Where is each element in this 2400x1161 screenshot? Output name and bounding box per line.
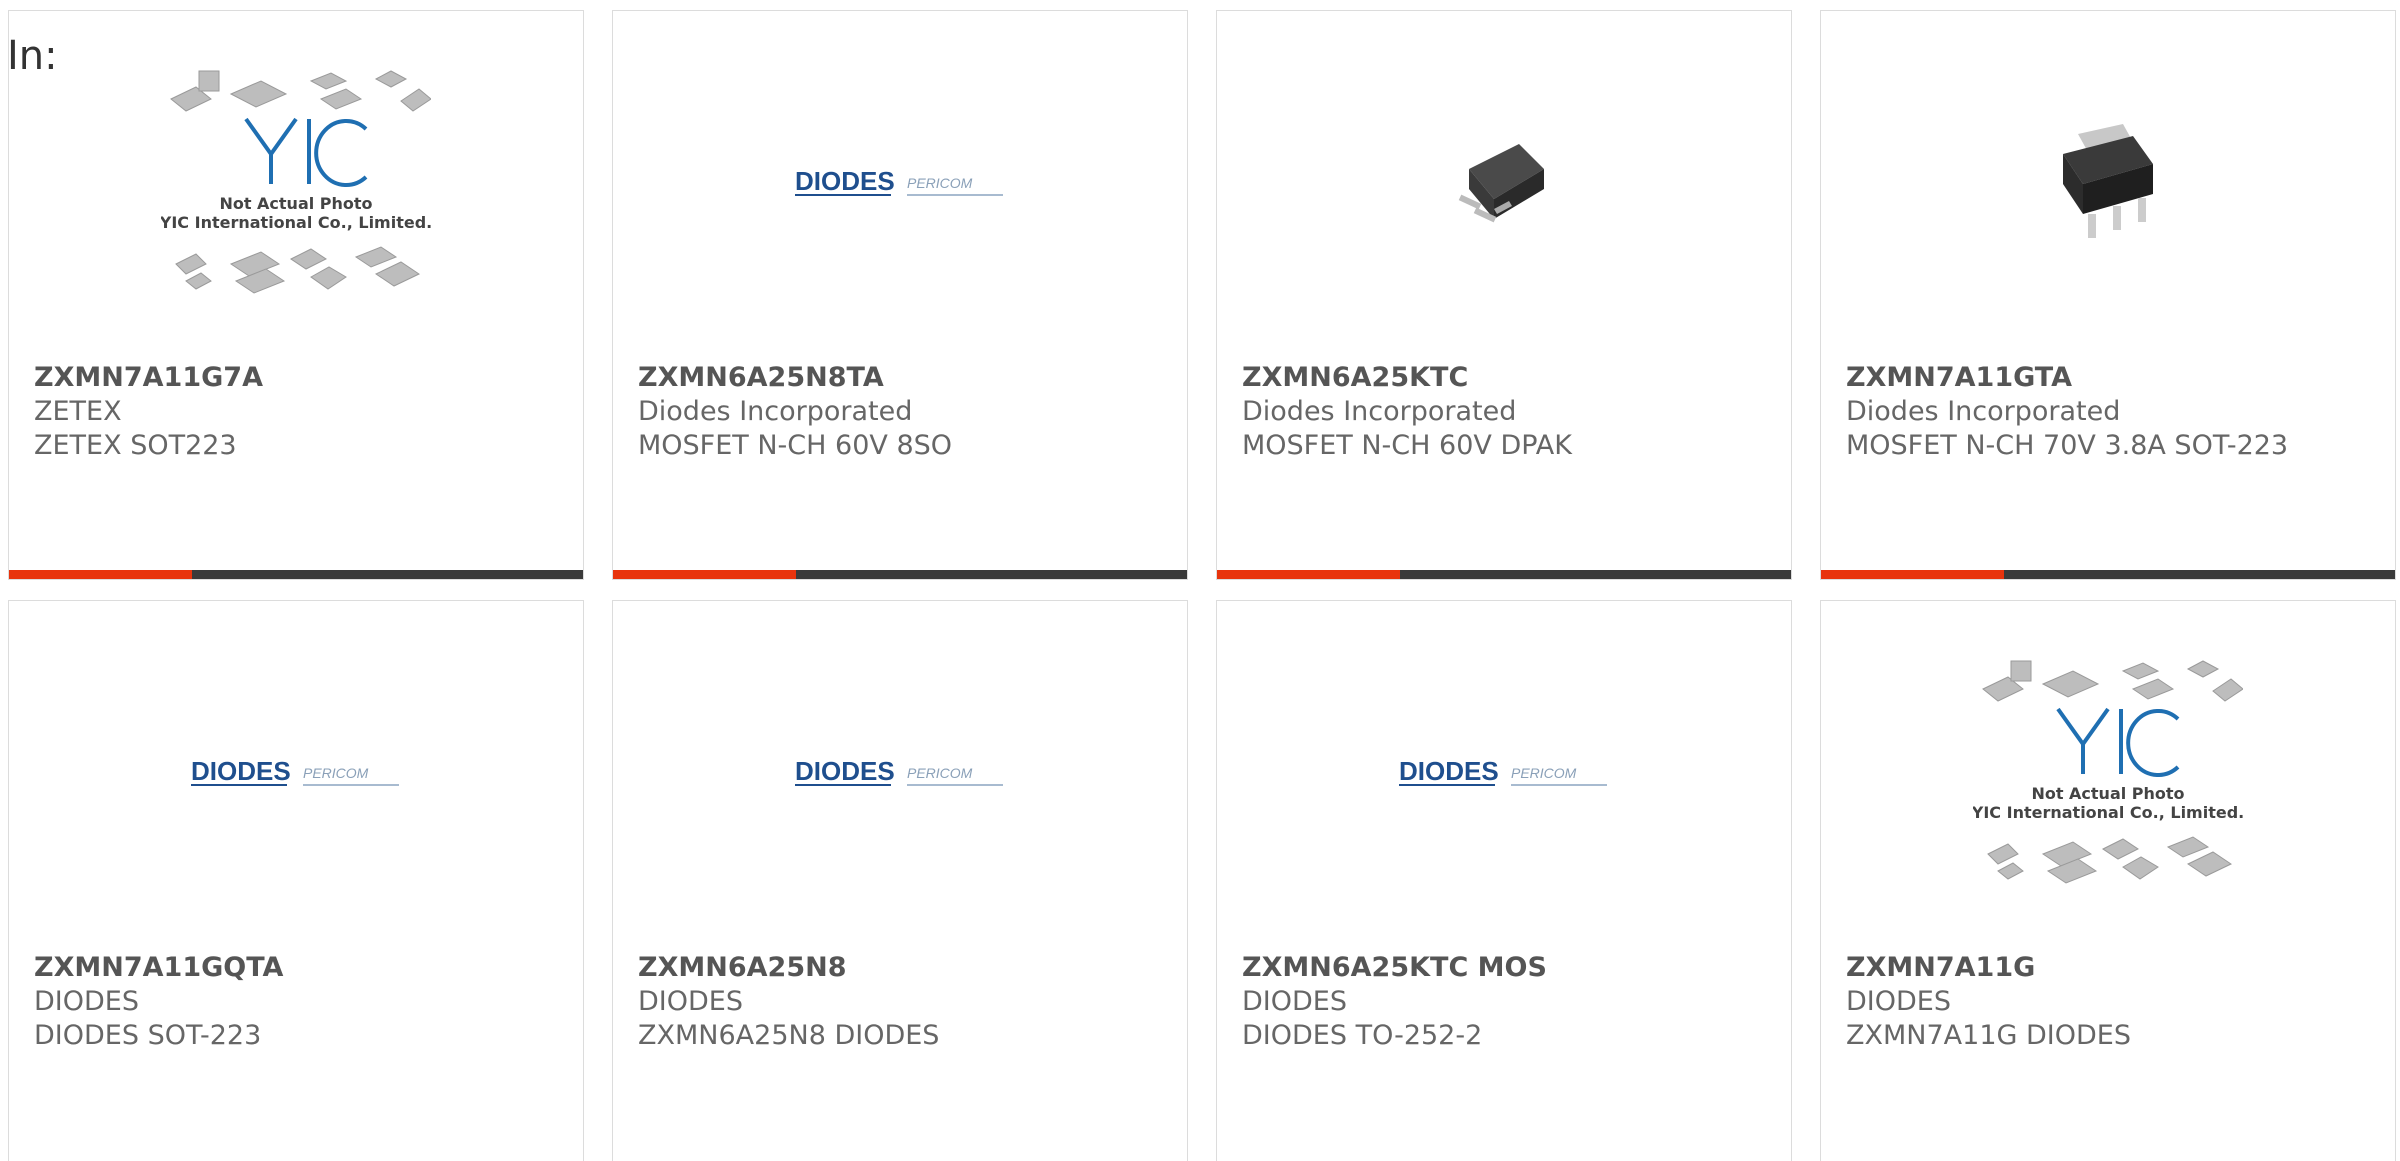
part-number[interactable]: ZXMN6A25N8TA xyxy=(638,361,1167,395)
svg-text:Not Actual Photo: Not Actual Photo xyxy=(219,194,372,213)
part-number[interactable]: ZXMN6A25KTC xyxy=(1242,361,1771,395)
dpak-package-icon xyxy=(1458,143,1544,222)
diodes-logo-icon: DIODES PERICOM xyxy=(795,756,1003,786)
description: DIODES TO-252-2 xyxy=(1242,1020,1483,1051)
part-number[interactable]: ZXMN7A11G xyxy=(1846,951,2375,985)
product-image: DIODES PERICOM xyxy=(613,11,1187,356)
svg-text:DIODES: DIODES xyxy=(795,756,895,786)
svg-text:PERICOM: PERICOM xyxy=(303,765,369,781)
product-card[interactable]: Not Actual Photo YIC International Co., … xyxy=(8,10,584,580)
sot223-package-icon xyxy=(2063,123,2153,238)
manufacturer: ZETEX xyxy=(34,396,122,427)
svg-text:DIODES: DIODES xyxy=(191,756,291,786)
part-number[interactable]: ZXMN7A11GQTA xyxy=(34,951,563,985)
product-image: DIODES PERICOM xyxy=(1217,601,1791,946)
svg-text:YIC International Co., Limited: YIC International Co., Limited. xyxy=(1973,803,2243,822)
description: MOSFET N-CH 60V 8SO xyxy=(638,430,953,461)
product-image xyxy=(1217,11,1791,356)
description: ZXMN6A25N8 DIODES xyxy=(638,1020,940,1051)
product-image xyxy=(1821,11,2395,356)
svg-text:PERICOM: PERICOM xyxy=(1511,765,1577,781)
part-number[interactable]: ZXMN6A25N8 xyxy=(638,951,1167,985)
product-grid-page: In: Not Actual Photo YIC International C… xyxy=(0,0,2400,1161)
product-image: Not Actual Photo YIC International Co., … xyxy=(9,11,583,356)
product-card[interactable]: DIODES PERICOM ZXMN6A25KTC MOS DIODES DI… xyxy=(1216,600,1792,1161)
product-card[interactable]: ZXMN7A11GTA Diodes Incorporated MOSFET N… xyxy=(1820,10,2396,580)
product-card[interactable]: Not Actual Photo YIC International Co., … xyxy=(1820,600,2396,1161)
product-card[interactable]: ZXMN6A25KTC Diodes Incorporated MOSFET N… xyxy=(1216,10,1792,580)
svg-text:YIC International Co., Limited: YIC International Co., Limited. xyxy=(161,213,431,232)
svg-text:DIODES: DIODES xyxy=(795,166,895,196)
in-label: In: xyxy=(7,33,58,79)
diodes-logo-icon: DIODES PERICOM xyxy=(795,166,1003,196)
product-card[interactable]: DIODES PERICOM ZXMN6A25N8 DIODES ZXMN6A2… xyxy=(612,600,1188,1161)
placeholder-photo-icon: Not Actual Photo YIC International Co., … xyxy=(1973,659,2243,884)
part-number[interactable]: ZXMN6A25KTC MOS xyxy=(1242,951,1771,985)
part-number[interactable]: ZXMN7A11G7A xyxy=(34,361,563,395)
card-bar-accent xyxy=(613,570,796,579)
manufacturer: Diodes Incorporated xyxy=(1846,396,2121,427)
manufacturer: DIODES xyxy=(34,986,139,1017)
card-bar-accent xyxy=(9,570,192,579)
description: MOSFET N-CH 60V DPAK xyxy=(1242,430,1572,461)
description: MOSFET N-CH 70V 3.8A SOT-223 xyxy=(1846,430,2289,461)
svg-text:Not Actual Photo: Not Actual Photo xyxy=(2031,784,2184,803)
manufacturer: Diodes Incorporated xyxy=(1242,396,1517,427)
card-bar xyxy=(9,570,583,579)
svg-text:DIODES: DIODES xyxy=(1399,756,1499,786)
part-number[interactable]: ZXMN7A11GTA xyxy=(1846,361,2375,395)
product-image: DIODES PERICOM xyxy=(613,601,1187,946)
product-image: DIODES PERICOM xyxy=(9,601,583,946)
diodes-logo-icon: DIODES PERICOM xyxy=(1399,756,1607,786)
manufacturer: DIODES xyxy=(638,986,743,1017)
card-bar-accent xyxy=(1217,570,1400,579)
card-bar-accent xyxy=(1821,570,2004,579)
product-card[interactable]: DIODES PERICOM ZXMN7A11GQTA DIODES DIODE… xyxy=(8,600,584,1161)
description: ZETEX SOT223 xyxy=(34,430,237,461)
product-card[interactable]: DIODES PERICOM ZXMN6A25N8TA Diodes Incor… xyxy=(612,10,1188,580)
manufacturer: DIODES xyxy=(1846,986,1951,1017)
placeholder-photo-icon: Not Actual Photo YIC International Co., … xyxy=(161,69,431,294)
product-image: Not Actual Photo YIC International Co., … xyxy=(1821,601,2395,946)
description: DIODES SOT-223 xyxy=(34,1020,262,1051)
svg-text:PERICOM: PERICOM xyxy=(907,175,973,191)
diodes-logo-icon: DIODES PERICOM xyxy=(191,756,399,786)
manufacturer: DIODES xyxy=(1242,986,1347,1017)
description: ZXMN7A11G DIODES xyxy=(1846,1020,2131,1051)
svg-text:PERICOM: PERICOM xyxy=(907,765,973,781)
card-bar xyxy=(1217,570,1791,579)
card-bar xyxy=(613,570,1187,579)
card-bar xyxy=(1821,570,2395,579)
manufacturer: Diodes Incorporated xyxy=(638,396,913,427)
